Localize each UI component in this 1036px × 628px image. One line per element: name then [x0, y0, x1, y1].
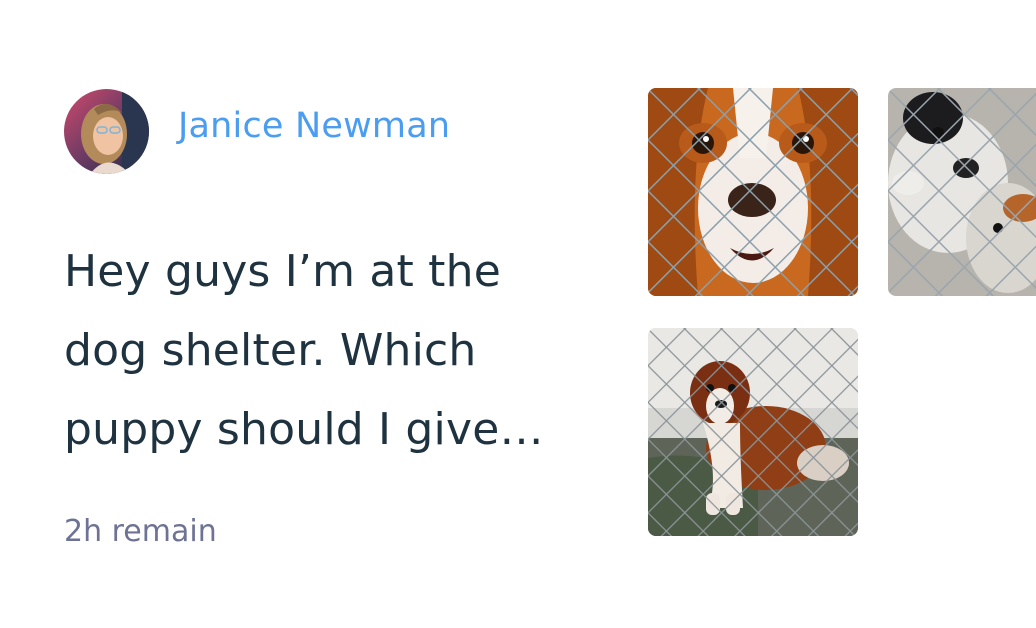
spaniel-photo	[648, 88, 858, 296]
post-body-line: puppy should I give…	[64, 404, 544, 455]
dog-photo-option-3[interactable]	[648, 328, 858, 536]
post-body: Hey guys I’m at the dog shelter. Which p…	[64, 232, 604, 469]
puppies-photo	[888, 88, 1036, 296]
caged-dog-photo	[648, 328, 858, 536]
time-remaining: 2h remain	[64, 514, 217, 549]
dog-photo-option-1[interactable]	[648, 88, 858, 296]
author-name[interactable]: Janice Newman	[178, 104, 450, 148]
post-body-line: Hey guys I’m at the	[64, 246, 501, 297]
author-avatar[interactable]	[64, 89, 149, 174]
post-card[interactable]: Janice Newman Hey guys I’m at the dog sh…	[0, 0, 1036, 628]
avatar-photo	[64, 89, 149, 174]
post-body-line: dog shelter. Which	[64, 325, 477, 376]
dog-photo-option-2[interactable]	[888, 88, 1036, 296]
